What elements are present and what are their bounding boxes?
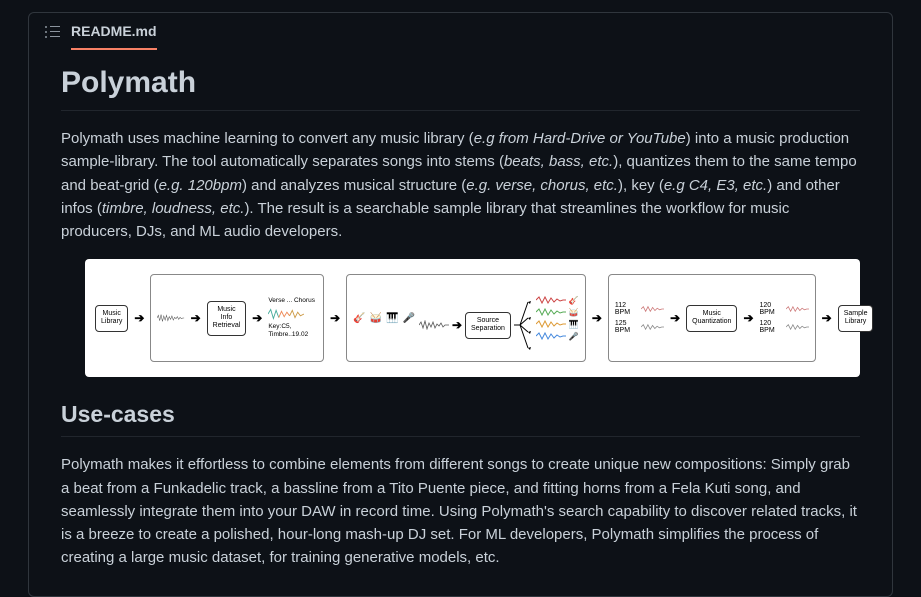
diagram-retrieval-output: Verse ... Chorus Key:C5, Timbre..19.02 (268, 297, 317, 340)
arrow-icon: ➔ (452, 318, 462, 332)
mic-icon: 🎤 (569, 332, 579, 341)
bpm-input: 112 BPM 125 BPM (615, 302, 664, 334)
list-icon[interactable] (45, 24, 61, 40)
drum-icon: 🥁 (370, 313, 382, 324)
diagram-stage-quantization: 112 BPM 125 BPM ➔ Music Quantization ➔ 1… (608, 274, 816, 362)
arrow-icon: ➔ (822, 311, 832, 325)
arrow-icon: ➔ (330, 311, 340, 325)
waveform-colored-icon (268, 307, 304, 321)
arrow-icon: ➔ (252, 311, 262, 325)
diagram-quantization-node: Music Quantization (686, 305, 737, 332)
guitar-icon: 🎸 (569, 296, 579, 305)
intro-paragraph: Polymath uses machine learning to conver… (61, 127, 860, 243)
drum-icon: 🥁 (569, 308, 579, 317)
branch-lines-icon (514, 298, 532, 352)
piano-icon: 🎹 (569, 320, 579, 329)
mic-icon: 🎤 (402, 313, 414, 324)
usecases-paragraph: Polymath makes it effortless to combine … (61, 453, 860, 569)
waveform-icon (419, 320, 449, 330)
page-title: Polymath (61, 66, 860, 111)
readme-header: README.md (29, 13, 892, 50)
arrow-icon: ➔ (743, 311, 753, 325)
diagram-sample-library-node: Sample Library (838, 305, 874, 332)
diagram-separation-node: Source Separation (465, 312, 511, 339)
arrow-icon: ➔ (134, 311, 144, 325)
arrow-icon: ➔ (670, 311, 680, 325)
readme-container: README.md Polymath Polymath uses machine… (28, 12, 893, 597)
bpm-output: 120 BPM 120 BPM (760, 302, 809, 334)
diagram-music-library-node: Music Library (95, 305, 128, 332)
diagram-stage-retrieval: ➔ Music Info Retrieval ➔ Verse ... Choru… (150, 274, 324, 362)
arrow-icon: ➔ (191, 311, 201, 325)
separated-stems: 🎸 🥁 🎹 🎤 (536, 295, 579, 341)
waveform-icon (157, 311, 184, 325)
arrow-icon: ➔ (592, 311, 602, 325)
diagram-stage-separation: 🎸 🥁 🎹 🎤 ➔ Source Separation 🎸 (346, 274, 586, 362)
usecases-heading: Use-cases (61, 401, 860, 437)
readme-body: Polymath Polymath uses machine learning … (29, 50, 892, 597)
filename-tab[interactable]: README.md (71, 23, 157, 50)
instrument-icons: 🎸 🥁 🎹 🎤 (353, 313, 415, 324)
piano-icon: 🎹 (386, 313, 398, 324)
diagram-retrieval-node: Music Info Retrieval (207, 301, 247, 336)
guitar-icon: 🎸 (353, 313, 365, 324)
workflow-diagram: Music Library ➔ ➔ Music Info Retrieval ➔… (85, 259, 860, 377)
